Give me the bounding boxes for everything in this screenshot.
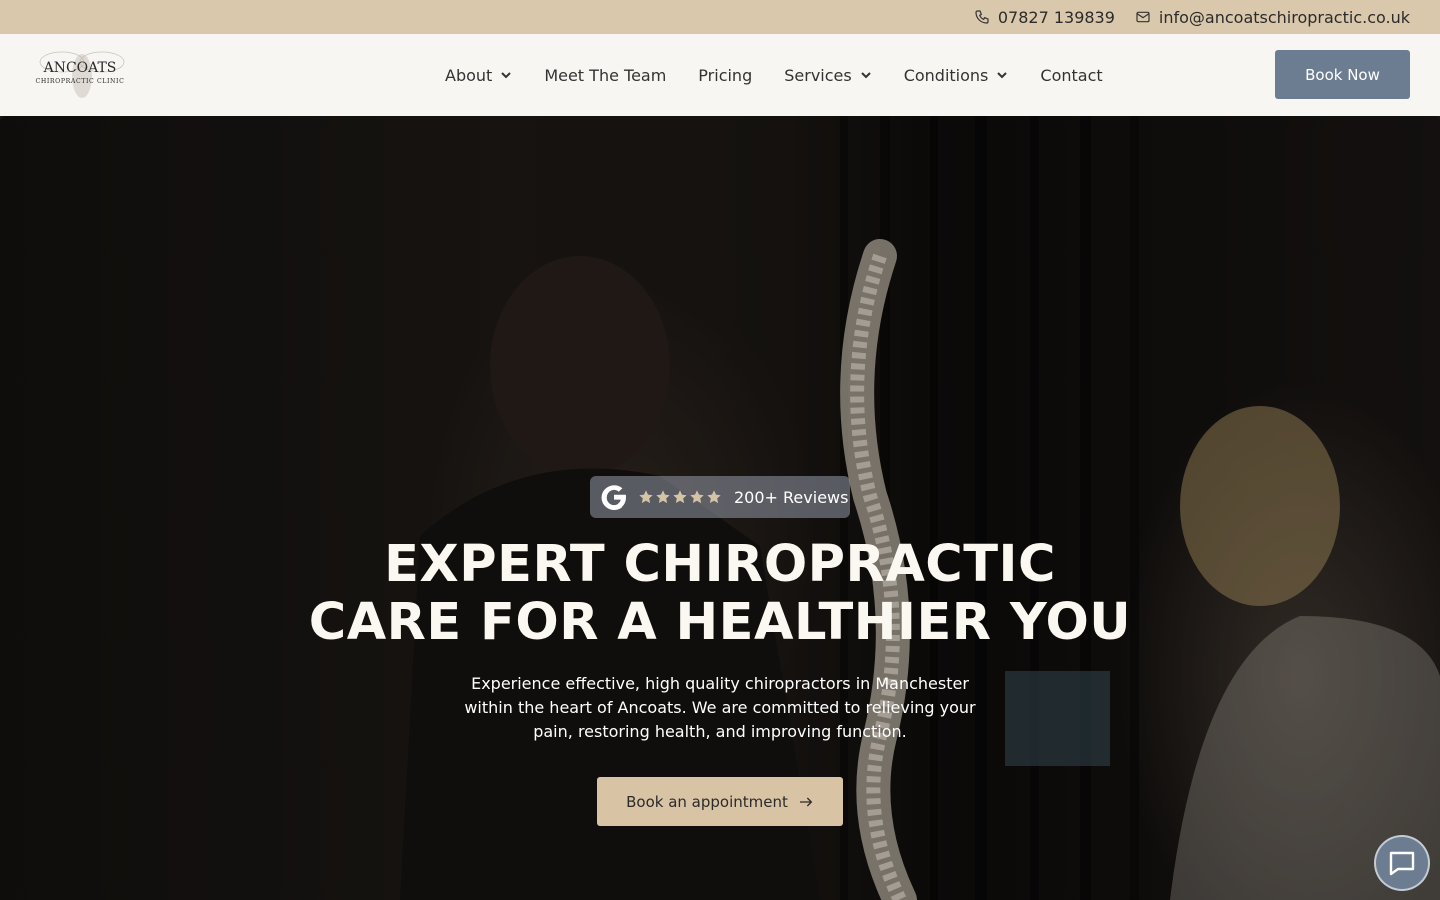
- nav-item-label: About: [445, 65, 493, 85]
- nav-item-meet-the-team[interactable]: Meet The Team: [544, 66, 666, 85]
- nav-item-label: Pricing: [698, 65, 753, 85]
- book-now-button[interactable]: Book Now: [1275, 50, 1410, 99]
- phone-number: 07827 139839: [997, 7, 1115, 27]
- logo-tagline: CHIROPRACTIC CLINIC: [36, 78, 125, 85]
- chevron-down-icon: [860, 72, 871, 79]
- star-icon: [656, 490, 670, 504]
- email-address: info@ancoatschiropractic.co.uk: [1158, 7, 1410, 27]
- google-reviews-badge[interactable]: 200+ Reviews: [590, 476, 850, 518]
- nav-item-about[interactable]: About: [445, 66, 512, 85]
- arrow-right-icon: [799, 797, 813, 806]
- chevron-down-icon: [997, 72, 1008, 79]
- bee-logo-graphic: ANCOATS CHIROPRACTIC CLINIC: [36, 51, 125, 98]
- headline-line-2: CARE FOR A HEALTHIER YOU: [308, 593, 1132, 652]
- nav-item-pricing[interactable]: Pricing: [698, 66, 752, 85]
- email-link[interactable]: info@ancoatschiropractic.co.uk: [1135, 8, 1410, 27]
- nav-item-label: Services: [784, 65, 852, 85]
- nav-item-label: Conditions: [903, 65, 989, 85]
- hero-section: 200+ Reviews EXPERT CHIROPRACTIC CARE FO…: [0, 116, 1440, 900]
- star-rating: [638, 489, 722, 505]
- hero-headline: EXPERT CHIROPRACTIC CARE FOR A HEALTHIER…: [0, 536, 1440, 652]
- nav-item-label: Contact: [1040, 65, 1103, 85]
- cta-label: Book an appointment: [626, 792, 788, 811]
- chat-icon: [1389, 851, 1415, 876]
- nav-item-services[interactable]: Services: [784, 66, 871, 85]
- google-icon: [601, 485, 626, 510]
- book-appointment-button[interactable]: Book an appointment: [597, 777, 843, 826]
- mail-icon: [1136, 11, 1150, 23]
- reviews-count: 200+ Reviews: [734, 487, 849, 507]
- star-icon: [673, 490, 687, 504]
- chevron-down-icon: [501, 72, 512, 79]
- nav-item-conditions[interactable]: Conditions: [904, 66, 1009, 85]
- main-navigation: ANCOATS CHIROPRACTIC CLINIC About Meet T…: [0, 34, 1440, 116]
- phone-link[interactable]: 07827 139839: [974, 8, 1115, 27]
- clinic-logo[interactable]: ANCOATS CHIROPRACTIC CLINIC: [28, 38, 132, 112]
- hero-subtext: Experience effective, high quality chiro…: [464, 674, 976, 741]
- phone-icon: [975, 10, 989, 24]
- nav-item-contact[interactable]: Contact: [1040, 66, 1102, 85]
- top-contact-bar: 07827 139839 info@ancoatschiropractic.co…: [0, 0, 1440, 34]
- nav-item-label: Meet The Team: [544, 65, 667, 85]
- star-icon: [707, 490, 721, 504]
- headline-line-1: EXPERT CHIROPRACTIC: [384, 535, 1056, 594]
- star-icon: [690, 490, 704, 504]
- chat-widget-button[interactable]: [1374, 835, 1430, 891]
- nav-menu: About Meet The Team Pricing Services Con…: [445, 34, 1103, 116]
- logo-name: ANCOATS: [43, 60, 117, 76]
- star-icon: [639, 490, 653, 504]
